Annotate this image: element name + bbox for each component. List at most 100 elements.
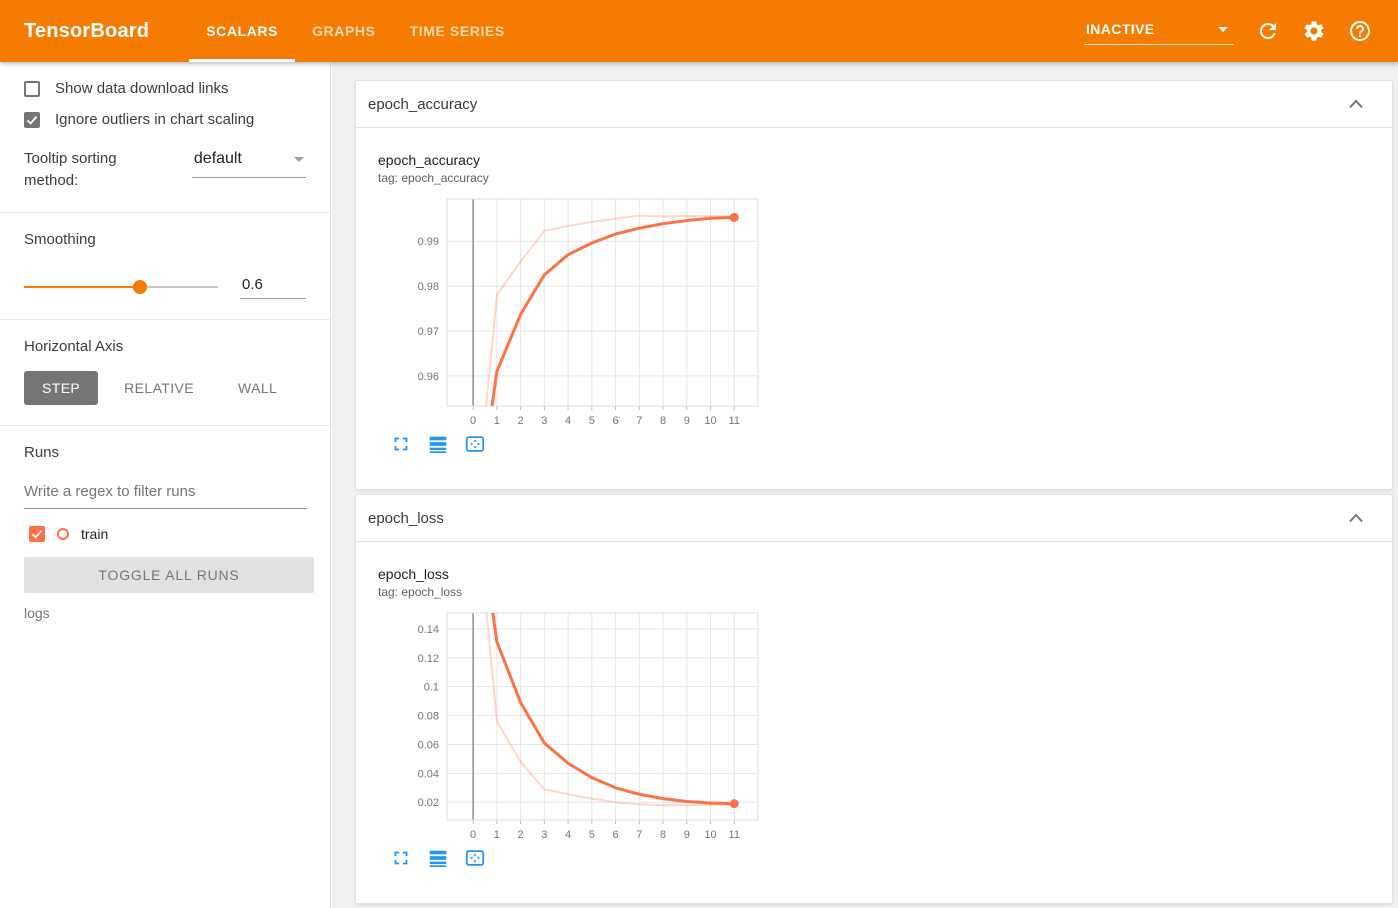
svg-text:5: 5 (589, 829, 595, 841)
run-train-label: train (81, 525, 109, 542)
show-download-links-checkbox[interactable] (24, 80, 40, 97)
svg-text:4: 4 (565, 829, 571, 841)
fit-domain-button[interactable] (464, 433, 486, 455)
tooltip-sorting-label: Tooltip sorting method: (24, 150, 117, 189)
chevron-down-icon (294, 157, 304, 162)
show-download-links-row[interactable]: Show data download links (24, 80, 306, 97)
runs-heading: Runs (24, 443, 60, 461)
svg-text:3: 3 (541, 415, 547, 427)
ignore-outliers-row[interactable]: Ignore outliers in chart scaling (24, 111, 306, 128)
ignore-outliers-checkbox[interactable] (24, 111, 40, 128)
svg-text:11: 11 (729, 415, 740, 427)
smoothing-value-input[interactable]: 0.6 (240, 276, 306, 299)
fit-data-icon (465, 436, 485, 452)
settings-sidebar: Show data download links Ignore outliers… (0, 62, 331, 908)
smoothing-section: Smoothing 0.6 (0, 211, 330, 319)
card-epoch-accuracy: epoch_accuracy epoch_accuracy tag: epoch… (355, 80, 1393, 490)
horizontal-axis-label: Horizontal Axis (24, 337, 124, 355)
axis-relative-button[interactable]: RELATIVE (106, 371, 212, 405)
log-scale-button[interactable] (427, 433, 449, 455)
svg-text:0.14: 0.14 (418, 624, 439, 636)
refresh-button[interactable] (1256, 19, 1280, 43)
svg-text:7: 7 (636, 829, 642, 841)
svg-text:1: 1 (494, 829, 500, 841)
chart-tag: tag: epoch_accuracy (378, 171, 489, 185)
svg-text:0.99: 0.99 (418, 236, 439, 248)
run-train-checkbox[interactable] (29, 525, 45, 542)
svg-text:6: 6 (612, 415, 618, 427)
reload-status-dropdown[interactable]: INACTIVE (1084, 17, 1234, 45)
gear-icon (1304, 21, 1324, 41)
svg-text:0.02: 0.02 (418, 797, 439, 809)
card-header-label: epoch_accuracy (368, 95, 478, 113)
log-scale-button[interactable] (427, 847, 449, 869)
reload-status-value: INACTIVE (1086, 21, 1155, 37)
logdir-label: logs (24, 604, 50, 621)
axis-step-button[interactable]: STEP (24, 370, 99, 405)
chevron-up-icon[interactable] (1348, 512, 1364, 524)
svg-text:2: 2 (518, 415, 524, 427)
fullscreen-button[interactable] (390, 433, 412, 455)
scalar-chart-epoch-accuracy[interactable]: 0.96 0.97 0.98 0.99 0 1 2 3 4 5 6 7 8 9 10 11 (378, 189, 778, 429)
chevron-up-icon[interactable] (1348, 98, 1364, 110)
svg-text:0: 0 (470, 829, 476, 841)
svg-text:0: 0 (470, 415, 476, 427)
app-header: TensorBoard SCALARS GRAPHS TIME SERIES I… (0, 0, 1398, 62)
slider-fill (24, 286, 141, 288)
chart-toolbar (378, 433, 1392, 455)
axis-wall-button[interactable]: WALL (220, 371, 295, 405)
scalar-chart-epoch-loss[interactable]: 0.02 0.04 0.06 0.08 0.1 0.12 0.14 0 1 2 3 4 5 6 7 8 9 10 1… (378, 603, 778, 843)
card-header-label: epoch_loss (368, 509, 444, 527)
run-color-indicator (57, 527, 69, 540)
settings-button[interactable] (1302, 19, 1326, 43)
tab-time-series[interactable]: TIME SERIES (393, 0, 522, 62)
show-download-links-label: Show data download links (55, 80, 229, 97)
tooltip-sorting-row: Tooltip sorting method: default (24, 148, 306, 192)
svg-text:11: 11 (729, 829, 740, 841)
fullscreen-icon (394, 437, 408, 451)
refresh-icon (1260, 23, 1276, 39)
slider-thumb[interactable] (133, 280, 148, 294)
svg-text:0.06: 0.06 (418, 739, 439, 751)
smoothing-label: Smoothing (24, 230, 96, 248)
dashboard-content: epoch_accuracy epoch_accuracy tag: epoch… (332, 62, 1398, 908)
svg-text:0.1: 0.1 (424, 682, 439, 694)
chart-title: epoch_loss (378, 566, 449, 582)
svg-text:10: 10 (704, 415, 716, 427)
help-icon (1350, 21, 1370, 41)
ignore-outliers-label: Ignore outliers in chart scaling (55, 111, 255, 128)
log-scale-icon (429, 850, 447, 867)
run-item-train[interactable]: train (24, 525, 306, 542)
check-icon (26, 115, 38, 125)
help-button[interactable] (1348, 19, 1372, 43)
runs-filter-input[interactable] (24, 480, 307, 509)
smoothing-slider[interactable] (24, 280, 218, 294)
general-settings-section: Show data download links Ignore outliers… (0, 62, 330, 212)
svg-text:1: 1 (494, 415, 500, 427)
chart-toolbar (378, 847, 1392, 869)
svg-text:10: 10 (704, 829, 716, 841)
tooltip-sorting-dropdown[interactable]: default (191, 148, 306, 178)
tab-graphs[interactable]: GRAPHS (295, 0, 393, 62)
chevron-down-icon (1218, 27, 1228, 32)
fullscreen-button[interactable] (390, 847, 412, 869)
svg-text:9: 9 (684, 829, 690, 841)
toggle-all-runs-button[interactable]: TOGGLE ALL RUNS (24, 556, 314, 593)
header-actions: INACTIVE (1084, 17, 1372, 45)
tab-scalars[interactable]: SCALARS (189, 0, 295, 62)
card-body: epoch_accuracy tag: epoch_accuracy 0.96 0… (356, 128, 1392, 489)
svg-text:8: 8 (660, 415, 666, 427)
svg-text:9: 9 (684, 415, 690, 427)
log-scale-icon (429, 436, 447, 453)
svg-text:3: 3 (541, 829, 547, 841)
svg-text:0.04: 0.04 (418, 768, 439, 780)
svg-text:6: 6 (612, 829, 618, 841)
top-tabs: SCALARS GRAPHS TIME SERIES (189, 0, 522, 62)
svg-text:0.96: 0.96 (418, 371, 439, 383)
svg-text:0.12: 0.12 (418, 653, 439, 665)
fit-domain-button[interactable] (464, 847, 486, 869)
chart-tag: tag: epoch_loss (378, 585, 463, 599)
card-epoch-accuracy-header[interactable]: epoch_accuracy (356, 81, 1392, 128)
svg-text:5: 5 (589, 415, 595, 427)
card-epoch-loss-header[interactable]: epoch_loss (356, 495, 1392, 542)
